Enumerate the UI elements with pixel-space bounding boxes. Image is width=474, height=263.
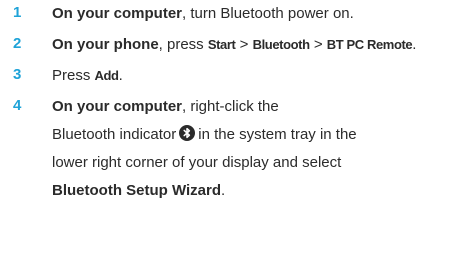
step-number: 4 — [13, 97, 22, 114]
step-text-line-1: On your computer, right-click the — [52, 94, 472, 119]
step-press: , press — [158, 36, 208, 53]
step-rest: , turn Bluetooth power on. — [182, 5, 354, 22]
bluetooth-icon — [179, 124, 196, 149]
key-bt-pc-remote: BT PC Remote — [326, 37, 413, 52]
step-text-line-4: Bluetooth Setup Wizard. — [52, 178, 472, 203]
menu-separator: > — [235, 36, 253, 53]
wizard-name: Bluetooth Setup Wizard — [52, 182, 222, 199]
step-text-line-2: Bluetooth indicator in the system tray in… — [52, 122, 472, 149]
step-number: 1 — [13, 4, 22, 21]
step-text: On your computer, turn Bluetooth power o… — [52, 1, 472, 26]
step-rest: , right-click the — [182, 98, 279, 115]
menu-separator: > — [309, 36, 327, 53]
step-text-after-icon: in the system tray in the — [198, 126, 357, 143]
key-start: Start — [207, 37, 236, 52]
key-bluetooth: Bluetooth — [252, 37, 310, 52]
step-lead: On your phone — [52, 36, 159, 53]
step-number: 2 — [13, 35, 22, 52]
key-add: Add — [94, 68, 119, 83]
step-end: . — [221, 182, 226, 199]
step-text-line-3: lower right corner of your display and s… — [52, 154, 342, 171]
step-text: On your phone, press Start > Bluetooth >… — [52, 32, 472, 57]
step-lead: On your computer — [52, 98, 183, 115]
step-text-before-icon: Bluetooth indicator — [52, 126, 177, 143]
step-lead: On your computer — [52, 5, 183, 22]
step-press: Press — [52, 67, 95, 84]
step-end: . — [412, 36, 417, 53]
step-number: 3 — [13, 66, 22, 83]
step-text: Press Add. — [52, 63, 472, 88]
step-end: . — [118, 67, 123, 84]
